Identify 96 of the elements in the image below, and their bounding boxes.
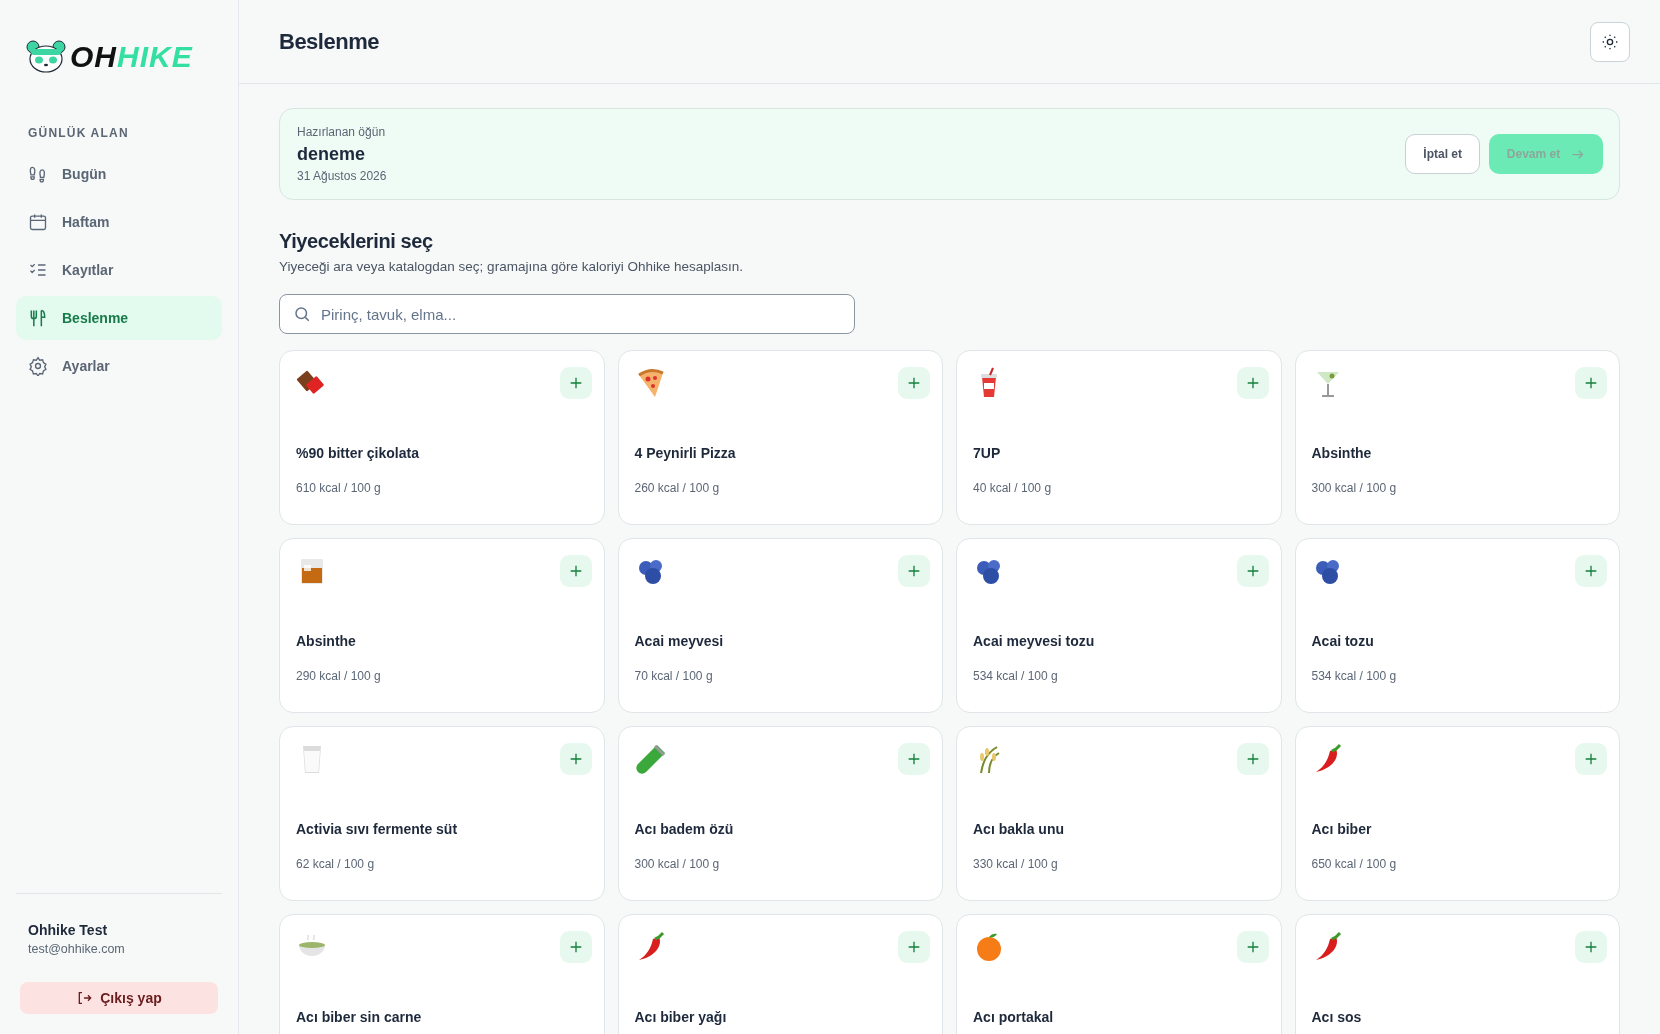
food-name: Acai meyvesi tozu — [973, 633, 1096, 649]
search-field[interactable]: Pirinç, tavuk, elma... — [279, 294, 855, 334]
plus-icon — [906, 751, 922, 767]
add-button[interactable] — [559, 367, 592, 399]
food-card[interactable]: 7UP 40 kcal / 100 g — [956, 350, 1282, 525]
calendar-icon — [28, 212, 48, 232]
food-name: Acı badem özü — [634, 821, 735, 837]
nav-item[interactable]: Haftam — [16, 200, 222, 244]
plus-icon — [1583, 375, 1599, 391]
calorie-text: 300 kcal / 100 g — [1311, 481, 1398, 495]
plus-icon — [1583, 751, 1599, 767]
food-name: 7UP — [973, 445, 1002, 461]
calorie-text: 290 kcal / 100 g — [296, 669, 382, 683]
calorie-text: 650 kcal / 100 g — [1311, 857, 1398, 871]
calorie-text: 534 kcal / 100 g — [973, 669, 1059, 683]
food-card[interactable]: Acı biber 650 kcal / 100 g — [1294, 726, 1620, 901]
calorie-text: 300 kcal / 100 g — [634, 857, 721, 871]
food-name: Acı biber sin carne — [296, 1009, 423, 1025]
food-card[interactable]: Acı biber yağı — [617, 914, 943, 1034]
add-button[interactable] — [898, 367, 930, 399]
add-button[interactable] — [559, 555, 592, 587]
plus-icon — [906, 939, 922, 955]
meal-label: Hazırlanan öğün — [297, 125, 387, 139]
nav-item[interactable]: Kayıtlar — [16, 248, 222, 292]
add-button[interactable] — [1236, 555, 1269, 587]
food-card[interactable]: Acai meyvesi 70 kcal / 100 g — [617, 538, 943, 713]
user-name: Ohhike Test — [28, 922, 109, 938]
food-card[interactable]: Acı biber sin carne — [279, 914, 605, 1034]
nav-item[interactable]: Ayarlar — [16, 344, 222, 388]
panda-logo-icon — [26, 40, 66, 74]
utensils-icon — [28, 308, 48, 328]
nav-item[interactable]: Bugün — [16, 152, 222, 196]
sun-icon — [1602, 33, 1618, 50]
food-name: Acı biber yağı — [634, 1009, 728, 1025]
food-name: Acı portakal — [973, 1009, 1055, 1025]
add-button[interactable] — [559, 931, 592, 963]
food-name: 4 Peynirli Pizza — [634, 445, 737, 461]
cancel-button[interactable]: İptal et — [1405, 134, 1480, 174]
section-heading: Yiyeceklerini seç — [279, 230, 434, 253]
food-name: %90 bitter çikolata — [296, 445, 420, 461]
calorie-text: 330 kcal / 100 g — [973, 857, 1059, 871]
logo-wordmark: OHHIKE — [70, 40, 193, 74]
add-button[interactable] — [898, 743, 930, 775]
footprints-icon — [28, 164, 48, 184]
food-card[interactable]: Acai tozu 534 kcal / 100 g — [1294, 538, 1620, 713]
calorie-text: 534 kcal / 100 g — [1311, 669, 1398, 683]
food-card[interactable]: Acai meyvesi tozu 534 kcal / 100 g — [956, 538, 1282, 713]
search-icon — [293, 305, 311, 323]
page-title: Beslenme — [279, 28, 379, 55]
add-button[interactable] — [559, 743, 592, 775]
settings-icon — [28, 356, 48, 376]
food-card[interactable]: Absinthe 300 kcal / 100 g — [1294, 350, 1620, 525]
theme-toggle-button[interactable] — [1590, 21, 1630, 62]
add-button[interactable] — [1575, 931, 1607, 963]
plus-icon — [906, 563, 922, 579]
calorie-text: 62 kcal / 100 g — [296, 857, 376, 871]
logout-icon — [76, 990, 93, 1006]
food-card[interactable]: 4 Peynirli Pizza 260 kcal / 100 g — [617, 350, 943, 525]
add-button[interactable] — [1236, 931, 1269, 963]
food-name: Absinthe — [296, 633, 357, 649]
food-card[interactable]: %90 bitter çikolata 610 kcal / 100 g — [279, 350, 605, 525]
plus-icon — [906, 375, 922, 391]
food-card[interactable]: Activia sıvı fermente süt 62 kcal / 100 g — [279, 726, 605, 901]
section-description: Yiyeceği ara veya katalogdan seç; gramajına göre kaloriyi Ohhike hesaplasın. — [279, 259, 744, 274]
add-button[interactable] — [1236, 743, 1269, 775]
calorie-text: 610 kcal / 100 g — [296, 481, 382, 495]
calorie-text: 260 kcal / 100 g — [634, 481, 721, 495]
food-name: Acı bakla unu — [973, 821, 1066, 837]
plus-icon — [1583, 939, 1599, 955]
food-name: Acai meyvesi — [634, 633, 725, 649]
add-button[interactable] — [898, 555, 930, 587]
test-tube-icon — [634, 743, 667, 775]
meal-date: 31 Ağustos 2026 — [297, 169, 387, 183]
food-name: Activia sıvı fermente süt — [296, 821, 459, 837]
food-card[interactable]: Acı bakla unu 330 kcal / 100 g — [956, 726, 1282, 901]
add-button[interactable] — [1236, 367, 1269, 399]
add-button[interactable] — [1575, 367, 1607, 399]
section-title: GÜNLÜK ALAN — [28, 126, 130, 140]
add-button[interactable] — [1575, 555, 1607, 587]
food-card[interactable]: Acı badem özü 300 kcal / 100 g — [617, 726, 943, 901]
food-card[interactable]: Acı sos — [1294, 914, 1620, 1034]
add-button[interactable] — [1575, 743, 1607, 775]
food-name: Acı sos — [1311, 1009, 1363, 1025]
meal-name: deneme — [297, 144, 367, 165]
add-button[interactable] — [898, 931, 930, 963]
food-card[interactable]: Acı portakal — [956, 914, 1282, 1034]
logout-button[interactable]: Çıkış yap — [20, 982, 218, 1014]
food-card[interactable]: Absinthe 290 kcal / 100 g — [279, 538, 605, 713]
user-email: test@ohhike.com — [28, 942, 126, 956]
plus-icon — [1583, 563, 1599, 579]
calorie-text: 70 kcal / 100 g — [634, 669, 714, 683]
food-name: Absinthe — [1311, 445, 1373, 461]
nav-item[interactable]: Beslenme — [16, 296, 222, 340]
food-name: Acı biber — [1311, 821, 1373, 837]
calorie-text: 40 kcal / 100 g — [973, 481, 1053, 495]
food-name: Acai tozu — [1311, 633, 1375, 649]
